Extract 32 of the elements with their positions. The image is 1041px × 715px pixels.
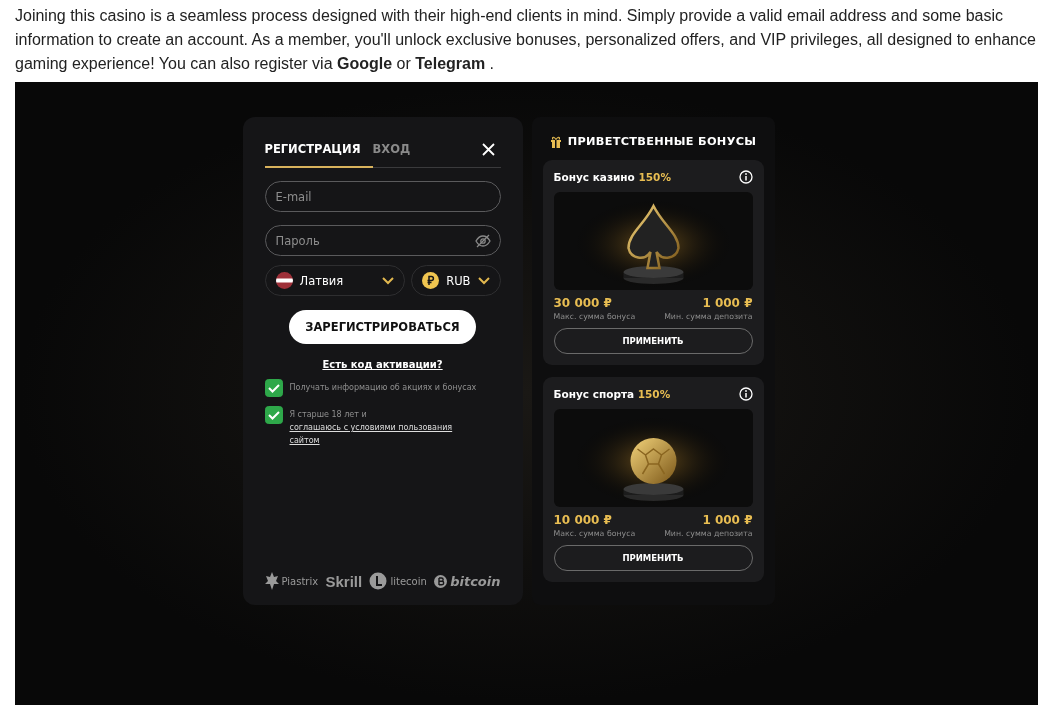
checkbox[interactable] <box>264 406 283 424</box>
tab[interactable]: РЕГИСТРАЦИЯ <box>264 131 373 168</box>
coin-icon <box>434 574 448 588</box>
checkbox-label: Получать информацию об акциях и бонусах <box>289 382 478 394</box>
deposit-amount: 1 000 ₽ <box>702 296 753 310</box>
flag-icon <box>275 272 293 289</box>
register-button[interactable]: ЗАРЕГИСТРИРОВАТЬСЯ <box>289 310 476 344</box>
terms-link[interactable]: соглашаюсь с условиями пользования сайтом <box>289 421 480 447</box>
bonus-title: Бонус казино 150% <box>553 171 671 183</box>
chevron-down-icon <box>382 276 395 285</box>
bonus-amount: 30 000 ₽ <box>553 296 613 310</box>
coin-icon <box>369 572 388 590</box>
bonus-title: Бонус спорта 150% <box>553 388 671 400</box>
activation-code-link[interactable]: Есть код активации? <box>322 359 443 370</box>
article-paragraph: Joining this casino is a seamless process designed with their high-end clients in mind. Simply provide a valid email address and some basic information to create an account. As a member, you'll unlock exclusive bonuses, personalized offers, and VIP privileges, all designed to enhance gaming experience! You can also register via Google or Telegram . <box>15 6 1037 74</box>
payment-logo-text: Piastrix <box>281 575 319 587</box>
chevron-down-icon <box>477 276 490 285</box>
close-icon[interactable] <box>481 142 495 156</box>
checkbox-label: Я старше 18 лет и соглашаюсь с условиями пользования сайтом <box>289 406 480 447</box>
payment-logo-text: Skrill <box>325 572 363 590</box>
payment-logo-text: bitcoin <box>450 573 501 589</box>
eye-off-icon[interactable] <box>474 234 491 248</box>
bonus-amount: 10 000 ₽ <box>553 513 613 527</box>
deposit-amount: 1 000 ₽ <box>702 513 753 527</box>
info-icon[interactable] <box>738 170 753 184</box>
info-icon[interactable] <box>738 387 753 401</box>
tab[interactable]: ВХОД <box>372 131 423 168</box>
coin-icon <box>422 272 440 289</box>
payment-logo-text: litecoin <box>390 575 427 587</box>
gift-icon <box>549 135 562 148</box>
bonuses-title: ПРИВЕТСТВЕННЫЕ БОНУСЫ <box>567 135 757 148</box>
checkbox[interactable] <box>264 379 283 397</box>
